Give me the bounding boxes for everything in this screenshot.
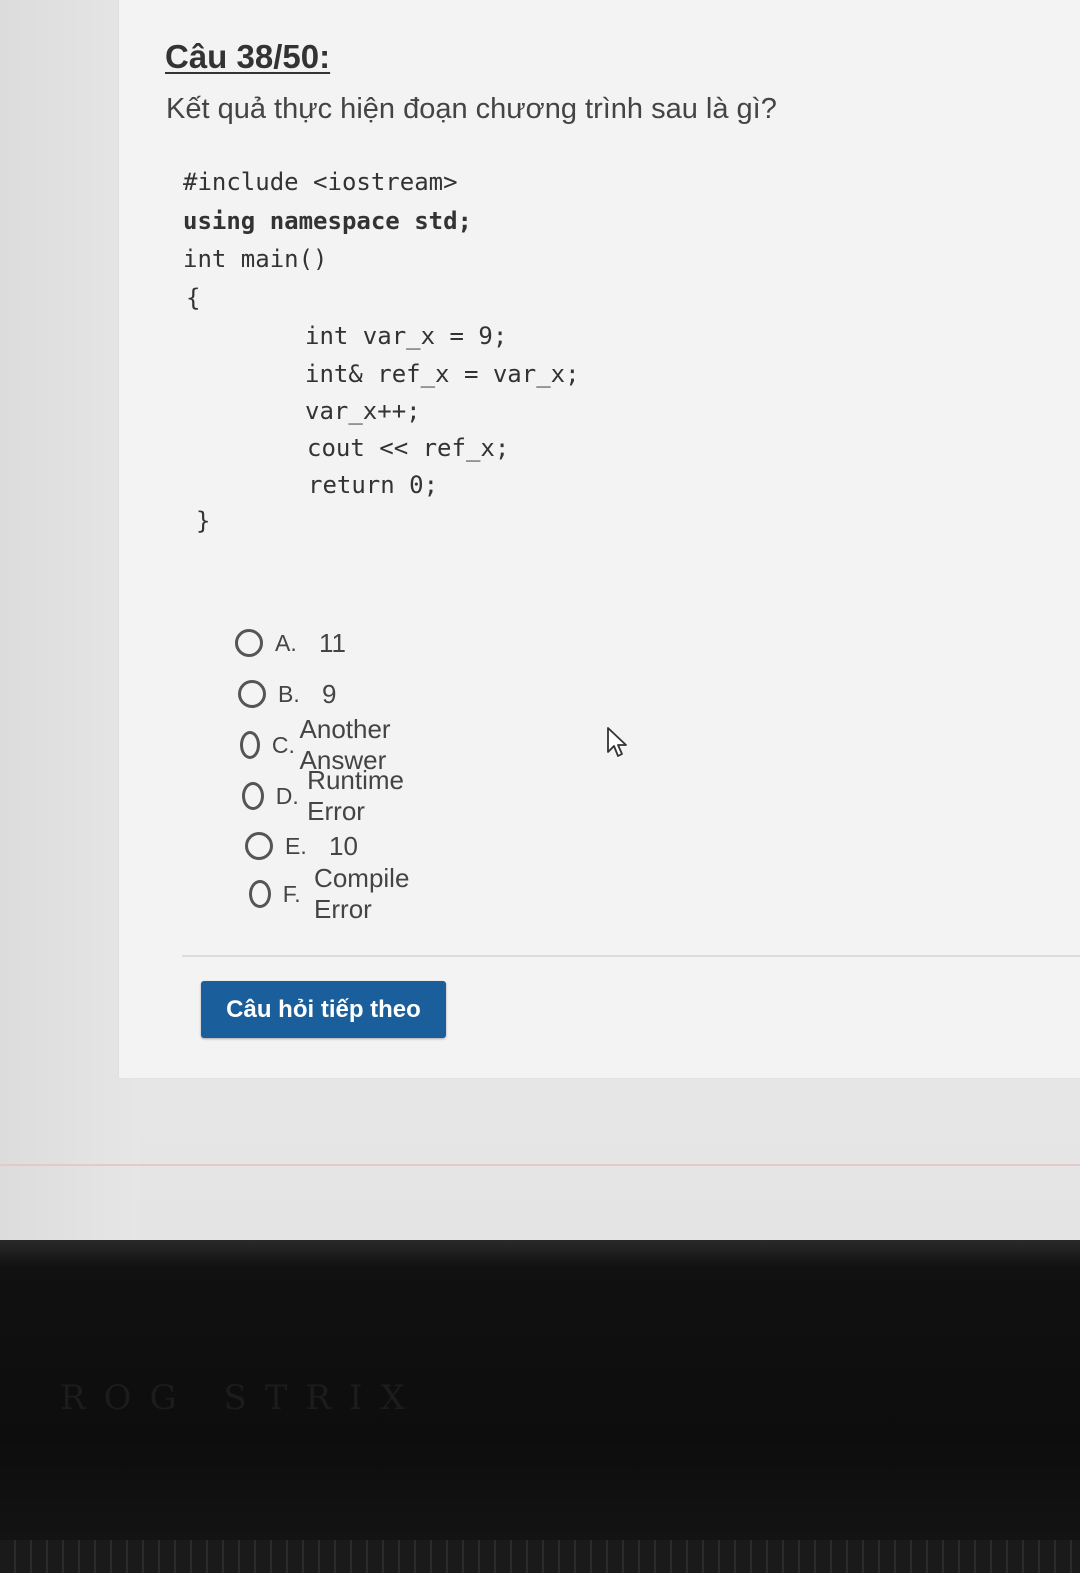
code-line-increment: var_x++; (305, 397, 421, 425)
code-line-using: using namespace std; (183, 207, 472, 235)
option-f-letter: F. (282, 880, 301, 907)
option-d[interactable]: D. Runtime Error (242, 765, 423, 826)
option-c[interactable]: C. Another Answer (240, 714, 415, 775)
screen: Câu 38/50: Kết quả thực hiện đoạn chương… (0, 0, 1080, 1248)
code-line-ref-decl: int& ref_x = var_x; (305, 360, 580, 388)
option-d-text: Runtime Error (307, 765, 404, 826)
question-text: Kết quả thực hiện đoạn chương trình sau … (166, 93, 777, 125)
question-number: Câu 38/50: (165, 38, 331, 75)
option-a-letter: A. (275, 629, 297, 656)
code-line-close-brace: } (196, 507, 211, 535)
code-line-include: #include <iostream> (183, 168, 458, 196)
taskbar-edge (0, 1164, 1080, 1166)
option-a[interactable]: A. 11 (235, 622, 346, 664)
radio-e[interactable] (245, 832, 273, 860)
option-b-text: 9 (322, 678, 337, 709)
code-line-cout: cout << ref_x; (307, 434, 510, 462)
divider (182, 955, 1080, 957)
radio-f[interactable] (249, 880, 271, 908)
code-line-main: int main() (183, 245, 328, 273)
option-e[interactable]: E. 10 (245, 825, 358, 867)
bezel-logo: ROG STRIX (60, 1378, 423, 1418)
next-question-button[interactable]: Câu hỏi tiếp theo (201, 981, 446, 1038)
option-b[interactable]: B. 9 (238, 673, 336, 715)
option-e-letter: E. (285, 832, 307, 859)
option-a-text: 11 (319, 627, 346, 658)
code-line-open-brace: { (186, 284, 201, 312)
code-line-var-decl: int var_x = 9; (305, 322, 508, 350)
question-card (118, 0, 1080, 1079)
option-d-letter: D. (275, 782, 299, 809)
keyboard-edge (0, 1540, 1080, 1573)
radio-a[interactable] (235, 629, 263, 657)
radio-b[interactable] (238, 680, 266, 708)
laptop-bezel: ROG STRIX (0, 1240, 1080, 1573)
radio-c[interactable] (240, 731, 260, 759)
option-f[interactable]: F. Compile Error (249, 863, 428, 924)
option-e-text: 10 (329, 830, 358, 861)
code-line-return: return 0; (308, 471, 439, 499)
mouse-pointer-icon (607, 727, 627, 757)
radio-d[interactable] (242, 782, 264, 810)
option-b-letter: B. (278, 680, 300, 707)
option-c-letter: C. (271, 731, 295, 758)
option-f-text: Compile Error (314, 863, 410, 924)
